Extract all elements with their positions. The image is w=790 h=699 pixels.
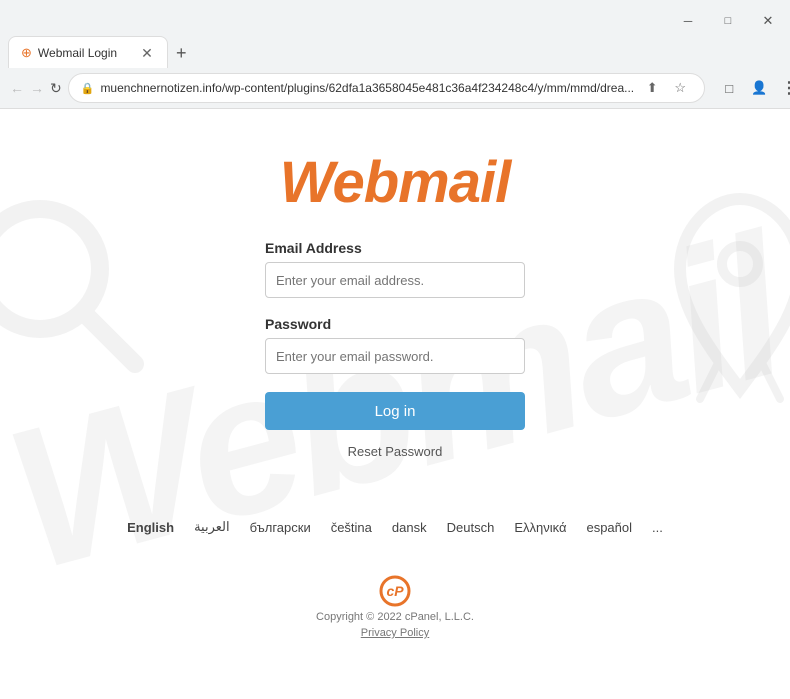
tab-favicon: ⊕ bbox=[21, 45, 32, 61]
tab-title: Webmail Login bbox=[38, 46, 133, 60]
password-field-group: Password bbox=[265, 316, 525, 374]
new-tab-button[interactable]: + bbox=[168, 39, 195, 68]
bookmark-icon[interactable]: ☆ bbox=[668, 76, 692, 100]
profile-button[interactable]: 👤 bbox=[745, 74, 773, 102]
lang-more[interactable]: ... bbox=[652, 520, 663, 535]
back-button[interactable]: ← bbox=[10, 74, 24, 102]
forward-button[interactable]: → bbox=[30, 74, 44, 102]
lang-spanish[interactable]: español bbox=[586, 520, 632, 535]
cpanel-logo: cP bbox=[379, 575, 411, 607]
address-bar: ← → ↻ 🔒 muenchnernotizen.info/wp-content… bbox=[0, 68, 790, 108]
copyright-text: Copyright © 2022 cPanel, L.L.C. bbox=[316, 611, 474, 623]
email-input[interactable] bbox=[265, 262, 525, 298]
extension-button[interactable]: □ bbox=[715, 74, 743, 102]
more-menu-button[interactable]: ⋮ bbox=[775, 74, 790, 102]
login-container: Webmail Email Address Password Log in Re… bbox=[0, 109, 790, 639]
title-bar: ─ □ ✕ bbox=[0, 0, 790, 36]
tab-close-button[interactable]: ✕ bbox=[139, 45, 155, 61]
lang-german[interactable]: Deutsch bbox=[447, 520, 495, 535]
lock-icon: 🔒 bbox=[81, 82, 95, 95]
login-button[interactable]: Log in bbox=[265, 392, 525, 430]
browser-chrome: ─ □ ✕ ⊕ Webmail Login ✕ + ← → ↻ 🔒 muench… bbox=[0, 0, 790, 109]
lang-english[interactable]: English bbox=[127, 520, 174, 535]
share-icon[interactable]: ⬆ bbox=[640, 76, 664, 100]
language-bar: English العربية български čeština dansk … bbox=[127, 519, 663, 535]
url-actions: ⬆ ☆ bbox=[640, 76, 692, 100]
lang-bulgarian[interactable]: български bbox=[250, 520, 311, 535]
restore-button[interactable]: □ bbox=[714, 7, 742, 35]
tab-bar: ⊕ Webmail Login ✕ + bbox=[0, 36, 790, 68]
page-content: Webmail Webmail Email Address bbox=[0, 109, 790, 699]
password-label: Password bbox=[265, 316, 525, 332]
password-input[interactable] bbox=[265, 338, 525, 374]
url-text: muenchnernotizen.info/wp-content/plugins… bbox=[100, 81, 634, 95]
reload-button[interactable]: ↻ bbox=[50, 74, 62, 102]
email-field-group: Email Address bbox=[265, 240, 525, 298]
svg-text:cP: cP bbox=[386, 583, 404, 599]
lang-czech[interactable]: čeština bbox=[331, 520, 372, 535]
browser-menu-area: □ 👤 ⋮ bbox=[715, 74, 790, 102]
lang-greek[interactable]: Ελληνικά bbox=[514, 520, 566, 535]
url-bar[interactable]: 🔒 muenchnernotizen.info/wp-content/plugi… bbox=[68, 73, 705, 103]
reset-password-link[interactable]: Reset Password bbox=[348, 444, 443, 459]
email-label: Email Address bbox=[265, 240, 525, 256]
close-button[interactable]: ✕ bbox=[754, 7, 782, 35]
active-tab[interactable]: ⊕ Webmail Login ✕ bbox=[8, 36, 168, 68]
webmail-logo: Webmail bbox=[280, 149, 510, 216]
page-footer: cP Copyright © 2022 cPanel, L.L.C. Priva… bbox=[316, 575, 474, 639]
privacy-policy-link[interactable]: Privacy Policy bbox=[361, 627, 429, 639]
lang-danish[interactable]: dansk bbox=[392, 520, 427, 535]
lang-arabic[interactable]: العربية bbox=[194, 519, 230, 535]
minimize-button[interactable]: ─ bbox=[674, 7, 702, 35]
